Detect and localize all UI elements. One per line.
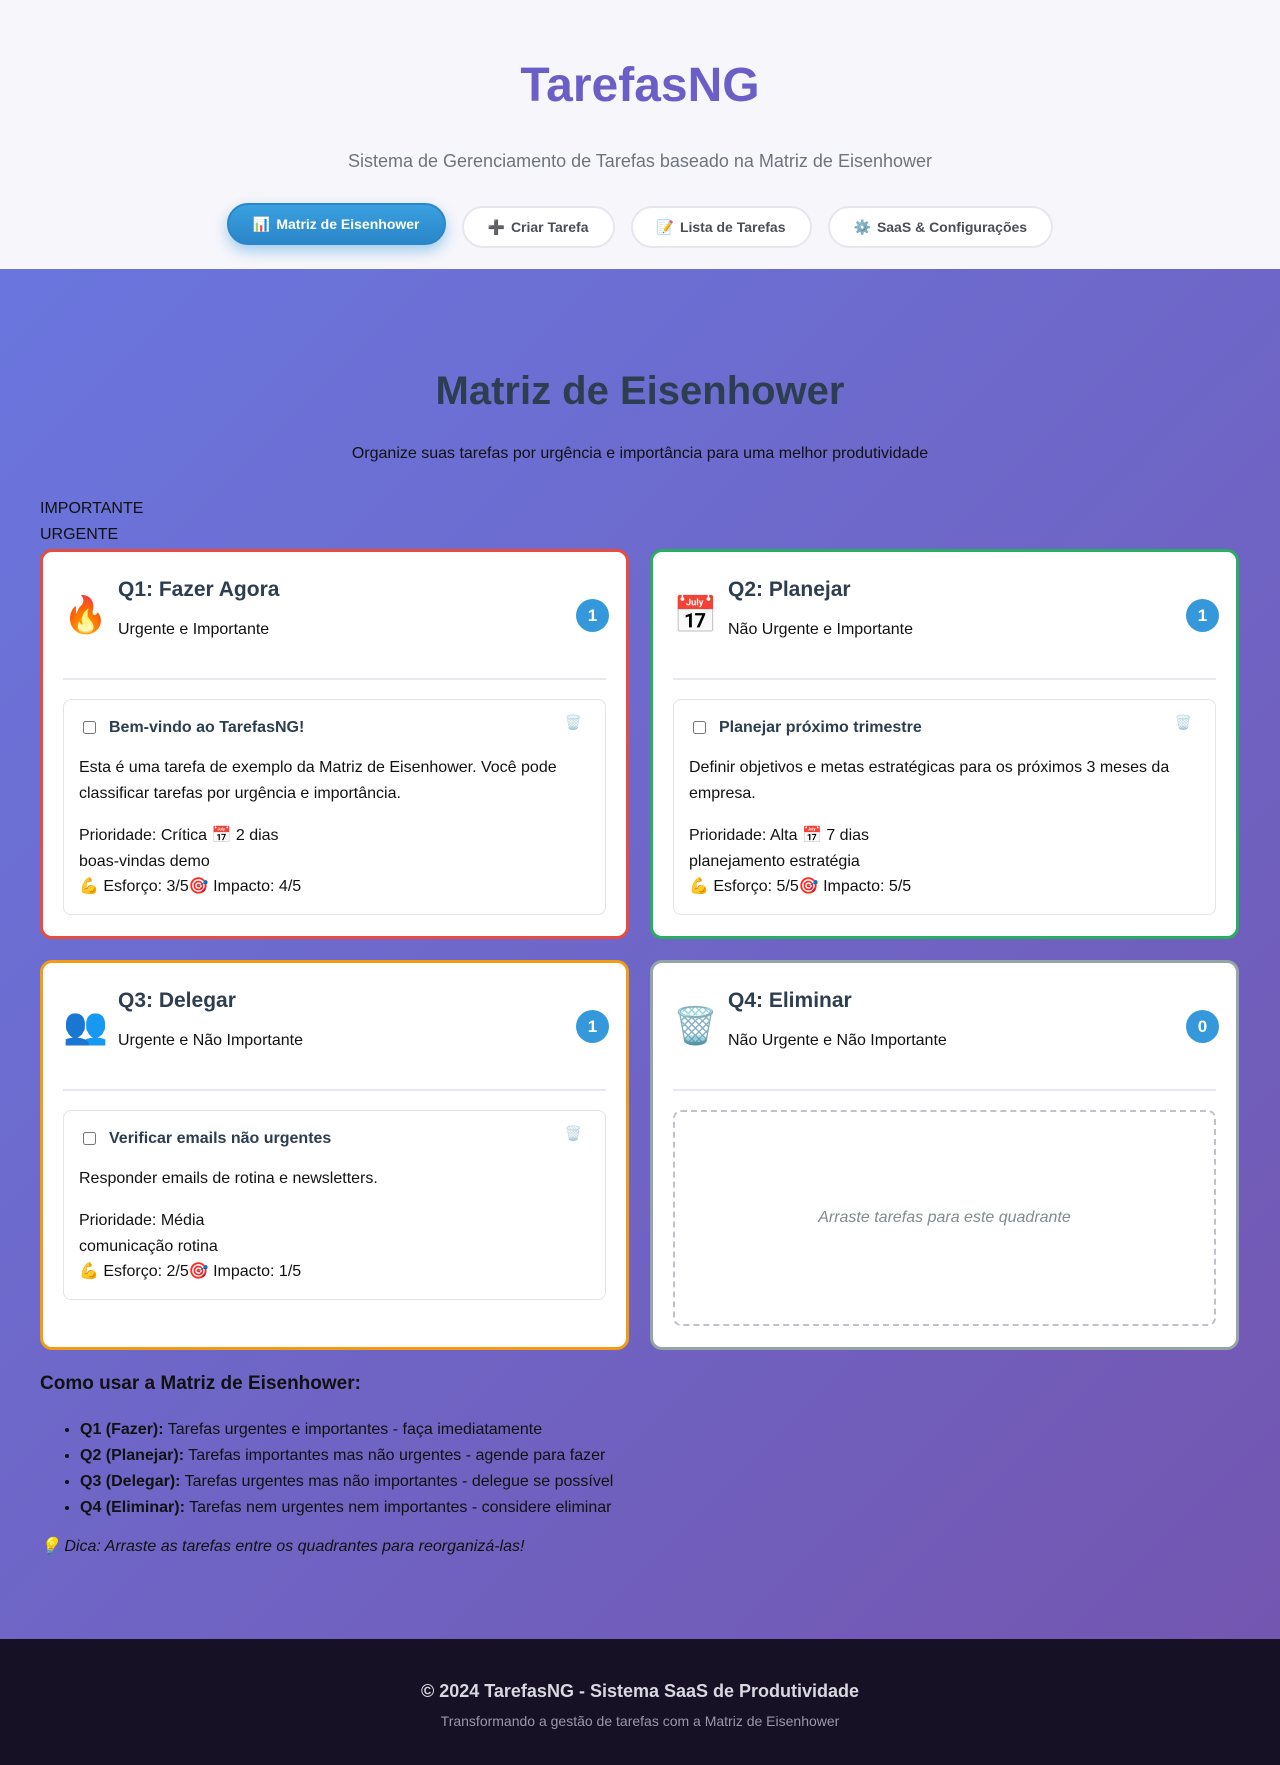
task-description: Responder emails de rotina e newsletters… (79, 1170, 378, 1187)
task-effort-impact: 💪 Esforço: 5/5🎯 Impacto: 5/5 (689, 878, 912, 895)
main-nav: 📊 Matriz de Eisenhower ➕ Criar Tarefa 📝 … (0, 203, 1280, 248)
gear-icon: ⚙️ (853, 218, 871, 235)
task-checkbox[interactable] (693, 721, 706, 734)
quadrant-q2[interactable]: 📅 Q2: Planejar Não Urgente e Importante … (650, 549, 1239, 939)
task-title: Bem-vindo ao TarefasNG! (109, 718, 305, 736)
help-tip: 💡 Dica: Arraste as tarefas entre os quad… (40, 1538, 525, 1555)
task-title: Verificar emails não urgentes (109, 1129, 332, 1147)
help-item-text: Tarefas urgentes e importantes - faça im… (163, 1421, 543, 1438)
help-item-text: Tarefas nem urgentes nem importantes - c… (184, 1499, 612, 1516)
quadrant-title: Q2: Planejar (728, 578, 851, 601)
nav-label: Matriz de Eisenhower (276, 216, 420, 232)
trash-icon[interactable]: 🗑️ (565, 1125, 582, 1142)
task-tags: comunicação rotina (79, 1237, 218, 1255)
task-effort-impact: 💪 Esforço: 3/5🎯 Impacto: 4/5 (79, 878, 302, 895)
help-list: Q1 (Fazer): Tarefas urgentes e important… (40, 1417, 613, 1521)
task-meta: Prioridade: Alta 📅 7 dias planejamento e… (689, 823, 1200, 914)
help-item-label: Q3 (Delegar): (80, 1473, 181, 1490)
app-header: TarefasNG Sistema de Gerenciamento de Ta… (0, 0, 1280, 269)
help-item-label: Q4 (Eliminar): (80, 1499, 185, 1516)
task-count-badge: 1 (576, 599, 609, 632)
task-title: Planejar próximo trimestre (719, 718, 922, 736)
wastebasket-icon: 🗑️ (673, 1005, 718, 1046)
help-item: Q3 (Delegar): Tarefas urgentes mas não i… (80, 1469, 613, 1495)
task-effort-impact: 💪 Esforço: 2/5🎯 Impacto: 1/5 (79, 1263, 302, 1280)
task-tags: planejamento estratégia (689, 852, 860, 870)
task-priority: Prioridade: Crítica 📅 2 dias (79, 827, 279, 844)
page-description: Organize suas tarefas por urgência e imp… (351, 445, 929, 462)
divider (673, 1089, 1216, 1091)
task-checkbox[interactable] (83, 721, 96, 734)
quadrant-q4[interactable]: 🗑️ Q4: Eliminar Não Urgente e Não Import… (650, 960, 1239, 1350)
app-title: TarefasNG (520, 59, 760, 112)
task-count-badge: 1 (1186, 599, 1219, 632)
app-subtitle: Sistema de Gerenciamento de Tarefas base… (348, 151, 932, 171)
task-header: Bem-vindo ao TarefasNG! 🗑️ (79, 700, 590, 755)
help-item-text: Tarefas urgentes mas não importantes - d… (180, 1473, 614, 1490)
help-section: Como usar a Matriz de Eisenhower: Q1 (Fa… (40, 1373, 613, 1556)
task-header: Verificar emails não urgentes 🗑️ (79, 1111, 590, 1166)
help-item: Q4 (Eliminar): Tarefas nem urgentes nem … (80, 1495, 613, 1521)
quadrant-subtitle: Não Urgente e Não Importante (728, 1032, 947, 1049)
drop-zone[interactable]: Arraste tarefas para este quadrante (673, 1110, 1216, 1326)
nav-label: Lista de Tarefas (679, 219, 786, 235)
app-footer: © 2024 TarefasNG - Sistema SaaS de Produ… (0, 1639, 1280, 1765)
quadrant-q3[interactable]: 👥 Q3: Delegar Urgente e Não Importante 1… (40, 960, 629, 1350)
nav-button-create-task[interactable]: ➕ Criar Tarefa (461, 206, 615, 248)
trash-icon[interactable]: 🗑️ (1175, 714, 1192, 731)
help-item: Q1 (Fazer): Tarefas urgentes e important… (80, 1417, 613, 1443)
help-item-text: Tarefas importantes mas não urgentes - a… (184, 1447, 606, 1464)
task-card[interactable]: Verificar emails não urgentes 🗑️ Respond… (63, 1110, 606, 1300)
people-icon: 👥 (63, 1005, 108, 1046)
matrix-section: Matriz de Eisenhower Organize suas taref… (0, 269, 1280, 1639)
task-card[interactable]: Bem-vindo ao TarefasNG! 🗑️ Esta é uma ta… (63, 699, 606, 915)
task-meta: Prioridade: Média comunicação rotina 💪 E… (79, 1208, 590, 1299)
chart-icon: 📊 (252, 215, 271, 232)
nav-label: Criar Tarefa (510, 219, 589, 235)
task-meta: Prioridade: Crítica 📅 2 dias boas-vindas… (79, 823, 590, 914)
nav-label: SaaS & Configurações (876, 219, 1028, 235)
nav-button-matrix[interactable]: 📊 Matriz de Eisenhower (226, 203, 446, 245)
nav-button-task-list[interactable]: 📝 Lista de Tarefas (630, 206, 812, 248)
divider (63, 1089, 606, 1091)
task-description: Esta é uma tarefa de exemplo da Matriz d… (79, 759, 557, 802)
quadrant-title: Q1: Fazer Agora (118, 578, 280, 601)
help-item-label: Q2 (Planejar): (80, 1447, 185, 1464)
footer-subtitle: Transformando a gestão de tarefas com a … (440, 1713, 840, 1729)
task-card[interactable]: Planejar próximo trimestre 🗑️ Definir ob… (673, 699, 1216, 915)
task-checkbox[interactable] (83, 1132, 96, 1145)
task-description: Definir objetivos e metas estratégicas p… (689, 759, 1170, 802)
task-count-badge: 1 (576, 1010, 609, 1043)
nav-button-saas-settings[interactable]: ⚙️ SaaS & Configurações (827, 206, 1054, 248)
task-tags: boas-vindas demo (79, 852, 210, 870)
fire-icon: 🔥 (63, 594, 108, 635)
help-item: Q2 (Planejar): Tarefas importantes mas n… (80, 1443, 613, 1469)
axis-label-urgent: URGENTE (40, 526, 119, 543)
help-item-label: Q1 (Fazer): (80, 1421, 164, 1438)
calendar-icon: 📅 (673, 594, 718, 635)
page-title: Matriz de Eisenhower (435, 369, 845, 413)
help-title: Como usar a Matriz de Eisenhower: (40, 1373, 361, 1394)
quadrant-title: Q3: Delegar (118, 989, 236, 1012)
quadrant-q1[interactable]: 🔥 Q1: Fazer Agora Urgente e Importante 1… (40, 549, 629, 939)
memo-icon: 📝 (656, 218, 674, 235)
trash-icon[interactable]: 🗑️ (565, 714, 582, 731)
task-priority: Prioridade: Média (79, 1212, 205, 1229)
task-count-badge: 0 (1186, 1010, 1219, 1043)
divider (63, 678, 606, 680)
task-header: Planejar próximo trimestre 🗑️ (689, 700, 1200, 755)
quadrant-title: Q4: Eliminar (728, 989, 852, 1012)
axis-label-important: IMPORTANTE (40, 500, 144, 517)
quadrant-subtitle: Urgente e Importante (118, 621, 270, 638)
quadrant-subtitle: Urgente e Não Importante (118, 1032, 303, 1049)
plus-icon: ➕ (487, 218, 505, 235)
divider (673, 678, 1216, 680)
quadrant-subtitle: Não Urgente e Importante (728, 621, 913, 638)
task-priority: Prioridade: Alta 📅 7 dias (689, 827, 870, 844)
footer-title: © 2024 TarefasNG - Sistema SaaS de Produ… (420, 1681, 860, 1701)
